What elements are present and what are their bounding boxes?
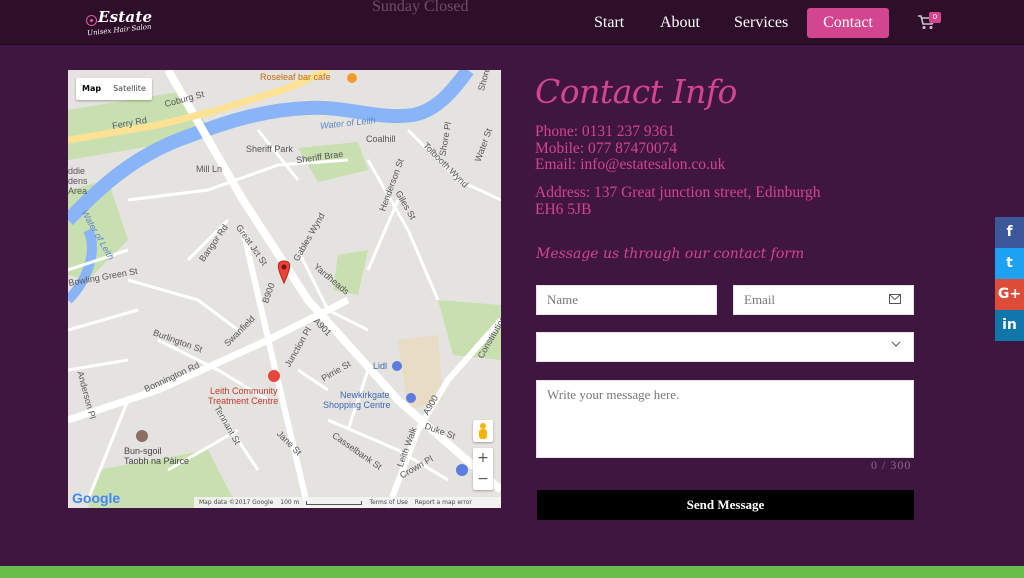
- contact-phone: Phone: 0131 237 9361: [535, 123, 675, 140]
- google-plus-icon[interactable]: G+: [995, 279, 1024, 310]
- service-select[interactable]: [536, 332, 914, 362]
- twitter-icon[interactable]: t: [995, 248, 1024, 279]
- map-label-taobh-na-pairce: Taobh na Pàirce: [124, 456, 190, 466]
- site-logo[interactable]: Estate Unisex Hair Salon: [84, 8, 152, 38]
- name-field[interactable]: Name: [536, 285, 717, 315]
- map-label-shopping-centre: Shopping Centre: [323, 400, 391, 410]
- zoom-out-button[interactable]: −: [473, 469, 493, 490]
- name-placeholder: Name: [547, 292, 579, 307]
- map-label-bun-sgoil: Bun-sgoil: [124, 446, 162, 456]
- facebook-icon[interactable]: f: [995, 217, 1024, 248]
- map-data-attribution: Map data ©2017 Google: [199, 499, 274, 506]
- logo-mark-icon: [86, 15, 97, 26]
- map-type-control: Map Satellite: [76, 78, 152, 100]
- map-label-leith-community: Leith Community: [210, 386, 278, 396]
- map-scale[interactable]: 100 m: [280, 499, 299, 506]
- google-logo[interactable]: Google: [72, 490, 120, 506]
- map-scale-bar: [306, 500, 363, 505]
- site-header: Estate Unisex Hair Salon Sunday Closed S…: [0, 0, 1024, 45]
- contact-mobile: Mobile: 077 87470074: [535, 140, 678, 157]
- contact-address-line1: Address: 137 Great junction street, Edin…: [535, 184, 821, 201]
- map-footer: Map data ©2017 Google 100 m Terms of Use…: [194, 497, 501, 508]
- message-textarea[interactable]: Write your message here.: [536, 380, 914, 458]
- map-report-link[interactable]: Report a map error: [415, 499, 472, 506]
- send-message-button[interactable]: Send Message: [537, 490, 914, 520]
- linkedin-icon[interactable]: in: [995, 310, 1024, 341]
- map-label-mill-ln: Mill Ln: [196, 164, 223, 174]
- footer-strip: [0, 566, 1024, 578]
- chevron-down-icon: [891, 339, 901, 352]
- map-label-lidl: Lidl: [373, 361, 388, 371]
- map-label-dens-area: ddie dens Area: [68, 166, 88, 196]
- map-label-coalhill: Coalhill: [366, 134, 396, 144]
- zoom-in-button[interactable]: +: [473, 448, 493, 469]
- message-char-counter: 0 / 300: [871, 458, 912, 472]
- zoom-control: + −: [473, 448, 493, 490]
- social-share-bar: f t G+ in: [995, 217, 1024, 341]
- email-placeholder: Email: [744, 292, 776, 307]
- street-view-pegman-icon[interactable]: [473, 420, 493, 442]
- contact-title: Contact Info: [535, 72, 737, 111]
- opening-hours-text: Sunday Closed: [372, 0, 469, 15]
- nav-item-services[interactable]: Services: [734, 8, 788, 38]
- map-label-roseleaf: Roseleaf bar cafe: [260, 72, 331, 82]
- map-type-satellite-button[interactable]: Satellite: [107, 78, 152, 100]
- envelope-icon: [889, 294, 901, 307]
- contact-form-heading: Message us through our contact form: [536, 246, 805, 262]
- email-field[interactable]: Email: [733, 285, 914, 315]
- nav-item-start[interactable]: Start: [594, 8, 624, 38]
- map-terms-link[interactable]: Terms of Use: [369, 499, 407, 506]
- map-label-newkirkgate: Newkirkgate: [340, 390, 390, 400]
- nav-item-about[interactable]: About: [660, 8, 700, 38]
- cart-count-badge: 0: [929, 12, 941, 23]
- message-placeholder: Write your message here.: [547, 387, 680, 402]
- google-map[interactable]: Roseleaf bar cafe Ferry Rd Coburg St Wat…: [68, 70, 501, 508]
- contact-address-line2: EH6 5JB: [535, 201, 592, 218]
- map-type-map-button[interactable]: Map: [76, 78, 107, 100]
- contact-email[interactable]: Email: info@estatesalon.co.uk: [535, 156, 725, 173]
- map-label-sheriff-park: Sheriff Park: [246, 144, 293, 154]
- nav-item-contact[interactable]: Contact: [807, 8, 889, 38]
- google-logo-text: Google: [72, 490, 121, 506]
